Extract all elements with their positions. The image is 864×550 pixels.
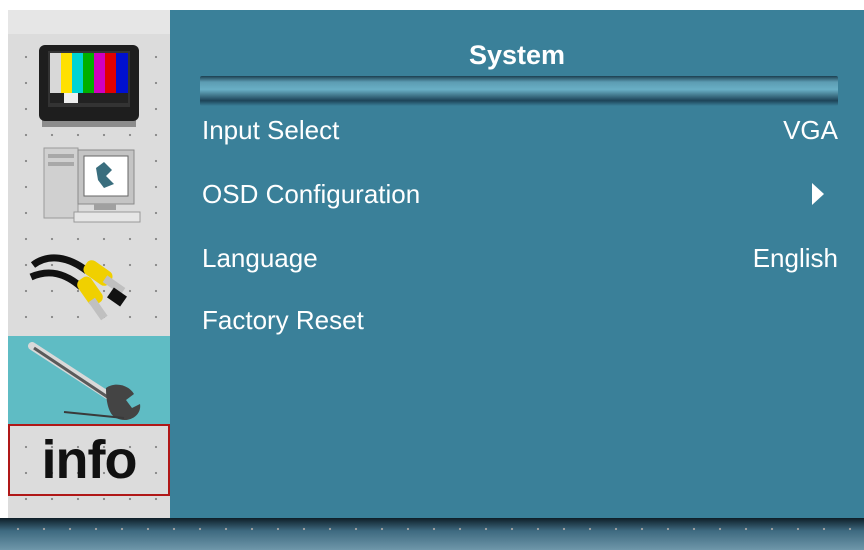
info-icon: info [41,430,138,490]
osd-bottom-bar [0,518,864,550]
bottom-bar-texture [0,518,864,550]
menu-row-language[interactable]: Language English [202,238,838,278]
menu-title: System [468,40,566,70]
osd-main-panel: System Input Select VGA OSD Configuratio… [170,10,864,518]
sidebar-item-pc[interactable] [8,138,170,240]
computer-icon [43,147,141,223]
menu-row-factory-reset[interactable]: Factory Reset [202,300,838,340]
av-cables-icon [29,254,127,321]
title-divider [200,76,838,106]
osd-menu: info System Input Select VGA OSD Configu… [0,0,864,550]
sidebar-item-picture[interactable] [8,34,170,138]
osd-sidebar: info [8,10,172,518]
sidebar-item-system[interactable] [8,336,170,424]
submenu-arrow-icon [812,183,824,205]
menu-row-input-select[interactable]: Input Select VGA [202,110,838,150]
menu-row-label: Factory Reset [202,304,364,335]
menu-row-label: Language [202,242,318,273]
sidebar-header [8,10,170,34]
wrench-icon [28,342,141,421]
menu-row-value: VGA [783,114,838,145]
menu-row-osd-configuration[interactable]: OSD Configuration [202,174,838,214]
sidebar-item-av[interactable] [8,240,170,336]
sidebar-item-info[interactable]: info [8,424,170,496]
menu-row-value: English [752,242,838,273]
menu-row-label: Input Select [202,114,340,145]
menu-row-label: OSD Configuration [202,178,421,209]
tv-color-bars-icon [39,45,139,127]
